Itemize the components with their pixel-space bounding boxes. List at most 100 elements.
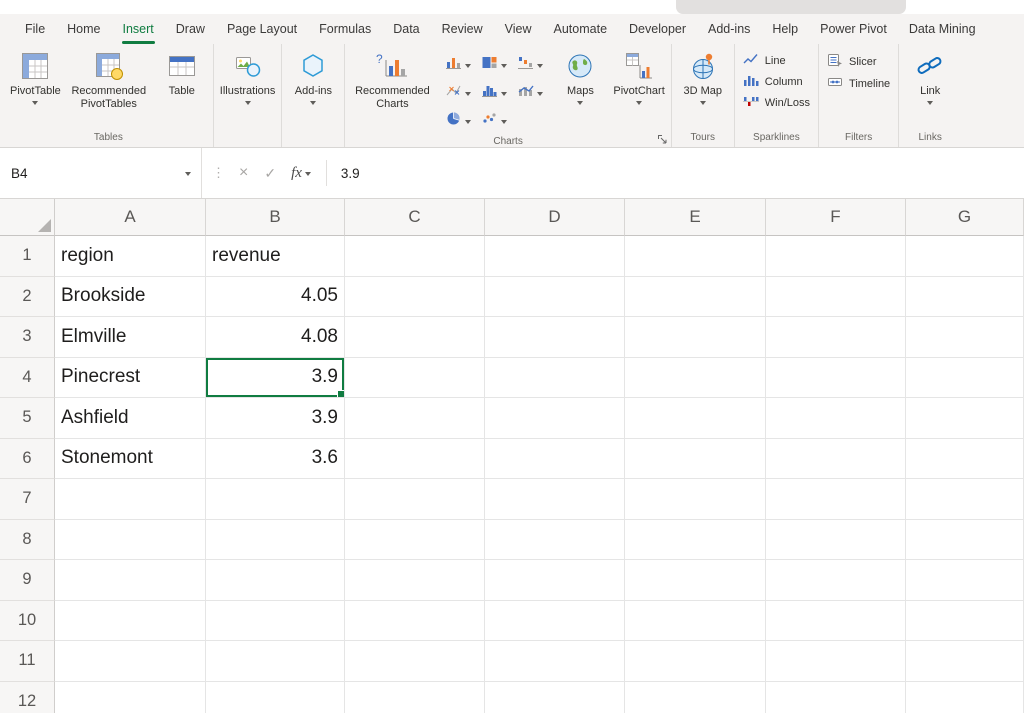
tab-developer[interactable]: Developer [618,14,697,44]
cell-C9[interactable] [345,560,485,601]
cell-A7[interactable] [55,479,206,520]
search-box-remnant[interactable] [676,0,906,14]
recommended-charts-button[interactable]: ? Recommended Charts [347,45,437,134]
tab-home[interactable]: Home [56,14,111,44]
cell-D12[interactable] [485,682,625,713]
cell-C3[interactable] [345,317,485,358]
cell-B3[interactable]: 4.08 [206,317,345,358]
cell-E5[interactable] [625,398,766,439]
cell-D2[interactable] [485,277,625,318]
cell-B8[interactable] [206,520,345,561]
cell-A11[interactable] [55,641,206,682]
cell-B5[interactable]: 3.9 [206,398,345,439]
row-header-1[interactable]: 1 [0,236,55,277]
cell-G4[interactable] [906,358,1024,399]
tab-draw[interactable]: Draw [165,14,216,44]
insert-line-chart-button[interactable] [442,80,474,106]
cell-A2[interactable]: Brookside [55,277,206,318]
row-header-12[interactable]: 12 [0,682,55,713]
cell-D11[interactable] [485,641,625,682]
cell-F11[interactable] [766,641,906,682]
cell-F6[interactable] [766,439,906,480]
column-header-G[interactable]: G [906,199,1024,236]
cell-E12[interactable] [625,682,766,713]
cancel-entry-button[interactable]: × [231,164,256,182]
map3d-button[interactable]: 3D Map [674,45,732,130]
cell-F9[interactable] [766,560,906,601]
cell-A4[interactable]: Pinecrest [55,358,206,399]
cell-A8[interactable] [55,520,206,561]
cell-E1[interactable] [625,236,766,277]
cell-A6[interactable]: Stonemont [55,439,206,480]
cell-G7[interactable] [906,479,1024,520]
cell-E4[interactable] [625,358,766,399]
timeline-button[interactable]: Timeline [827,75,890,92]
row-header-3[interactable]: 3 [0,317,55,358]
cell-C2[interactable] [345,277,485,318]
cell-E2[interactable] [625,277,766,318]
column-header-B[interactable]: B [206,199,345,236]
cell-G2[interactable] [906,277,1024,318]
cell-F5[interactable] [766,398,906,439]
tab-add-ins[interactable]: Add-ins [697,14,761,44]
cell-F3[interactable] [766,317,906,358]
cell-A1[interactable]: region [55,236,206,277]
insert-hierarchy-chart-button[interactable] [478,52,510,78]
tab-data-mining[interactable]: Data Mining [898,14,987,44]
formula-input[interactable]: 3.9 [331,148,360,198]
tab-help[interactable]: Help [761,14,809,44]
row-header-8[interactable]: 8 [0,520,55,561]
cell-C11[interactable] [345,641,485,682]
sparkline-line-button[interactable]: Line [743,53,810,69]
cell-F2[interactable] [766,277,906,318]
cell-A9[interactable] [55,560,206,601]
insert-pie-chart-button[interactable] [442,108,474,134]
cell-G10[interactable] [906,601,1024,642]
link-button[interactable]: Link [901,45,959,130]
slicer-button[interactable]: Slicer [827,53,890,70]
cell-C8[interactable] [345,520,485,561]
cell-B7[interactable] [206,479,345,520]
column-header-A[interactable]: A [55,199,206,236]
sparkline-winloss-button[interactable]: Win/Loss [743,95,810,111]
cell-C10[interactable] [345,601,485,642]
cell-D6[interactable] [485,439,625,480]
cell-C12[interactable] [345,682,485,713]
enter-entry-button[interactable]: ✓ [256,165,284,182]
cell-A3[interactable]: Elmville [55,317,206,358]
cell-F12[interactable] [766,682,906,713]
cell-B1[interactable]: revenue [206,236,345,277]
cell-G5[interactable] [906,398,1024,439]
cell-D8[interactable] [485,520,625,561]
tab-automate[interactable]: Automate [543,14,619,44]
tab-view[interactable]: View [494,14,543,44]
tab-review[interactable]: Review [431,14,494,44]
pivotchart-button[interactable]: PivotChart [609,45,668,134]
insert-statistic-chart-button[interactable] [478,80,510,106]
table-button[interactable]: Table [153,45,211,130]
charts-dialog-launcher[interactable] [656,133,668,145]
cell-B4[interactable]: 3.9 [206,358,345,399]
formula-bar-drag-handle[interactable]: ⋮ [206,165,231,181]
insert-function-button[interactable]: fx [284,165,318,182]
cell-G6[interactable] [906,439,1024,480]
cell-E8[interactable] [625,520,766,561]
cell-B10[interactable] [206,601,345,642]
cell-G1[interactable] [906,236,1024,277]
cell-F10[interactable] [766,601,906,642]
cell-E6[interactable] [625,439,766,480]
row-header-10[interactable]: 10 [0,601,55,642]
cell-G9[interactable] [906,560,1024,601]
cell-G8[interactable] [906,520,1024,561]
cell-D3[interactable] [485,317,625,358]
cell-D7[interactable] [485,479,625,520]
cell-C5[interactable] [345,398,485,439]
cell-D1[interactable] [485,236,625,277]
row-header-4[interactable]: 4 [0,358,55,399]
insert-scatter-chart-button[interactable] [478,108,510,134]
cell-B12[interactable] [206,682,345,713]
column-header-C[interactable]: C [345,199,485,236]
cell-A12[interactable] [55,682,206,713]
row-header-2[interactable]: 2 [0,277,55,318]
row-header-11[interactable]: 11 [0,641,55,682]
